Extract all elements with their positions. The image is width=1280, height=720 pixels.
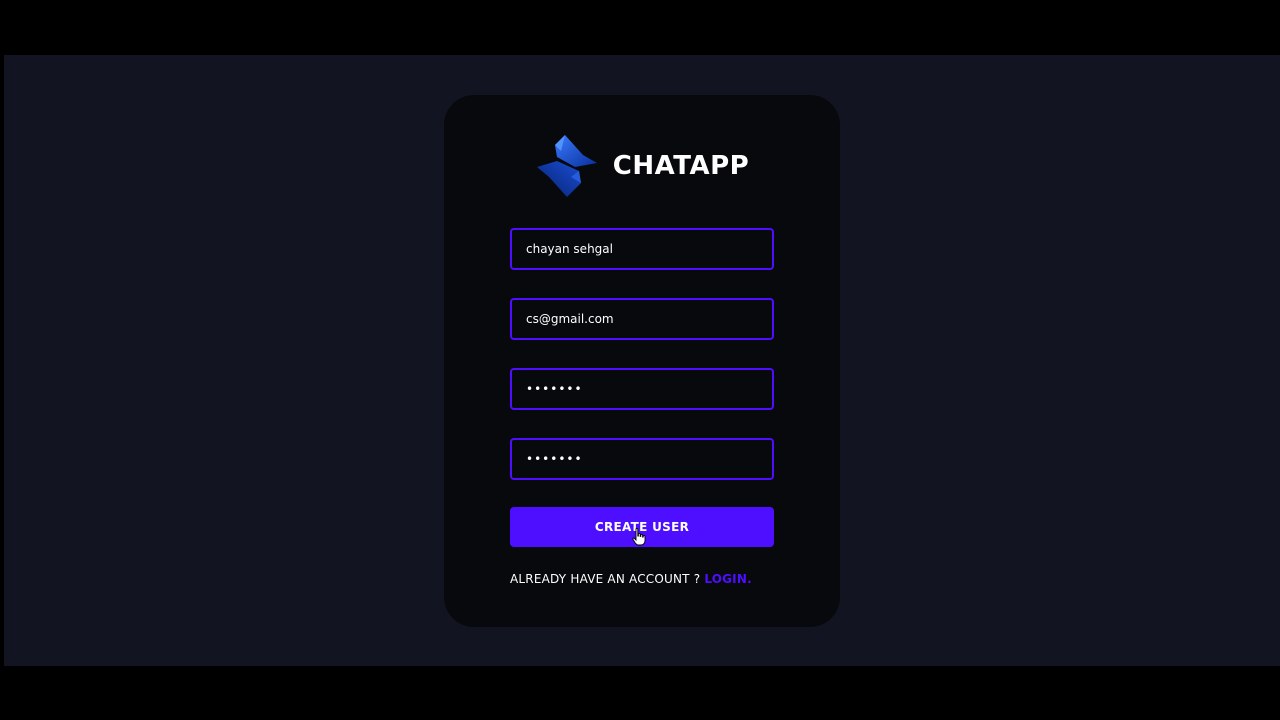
username-field[interactable]	[510, 228, 774, 270]
page-background: CHATAPP CREATE USER ALREADY HAVE AN ACCO…	[4, 55, 1280, 666]
brand: CHATAPP	[444, 133, 840, 199]
twisted-s-logo-icon	[536, 135, 597, 197]
hand-pointer-cursor-icon	[632, 528, 646, 546]
email-field[interactable]	[510, 298, 774, 340]
login-prompt-text: ALREADY HAVE AN ACCOUNT ?	[510, 572, 705, 586]
login-link[interactable]: LOGIN.	[704, 572, 752, 586]
register-card: CHATAPP CREATE USER ALREADY HAVE AN ACCO…	[444, 95, 840, 627]
login-prompt: ALREADY HAVE AN ACCOUNT ? LOGIN.	[510, 572, 774, 586]
app-name: CHATAPP	[612, 151, 750, 181]
password-field[interactable]	[510, 368, 774, 410]
confirm-password-field[interactable]	[510, 438, 774, 480]
